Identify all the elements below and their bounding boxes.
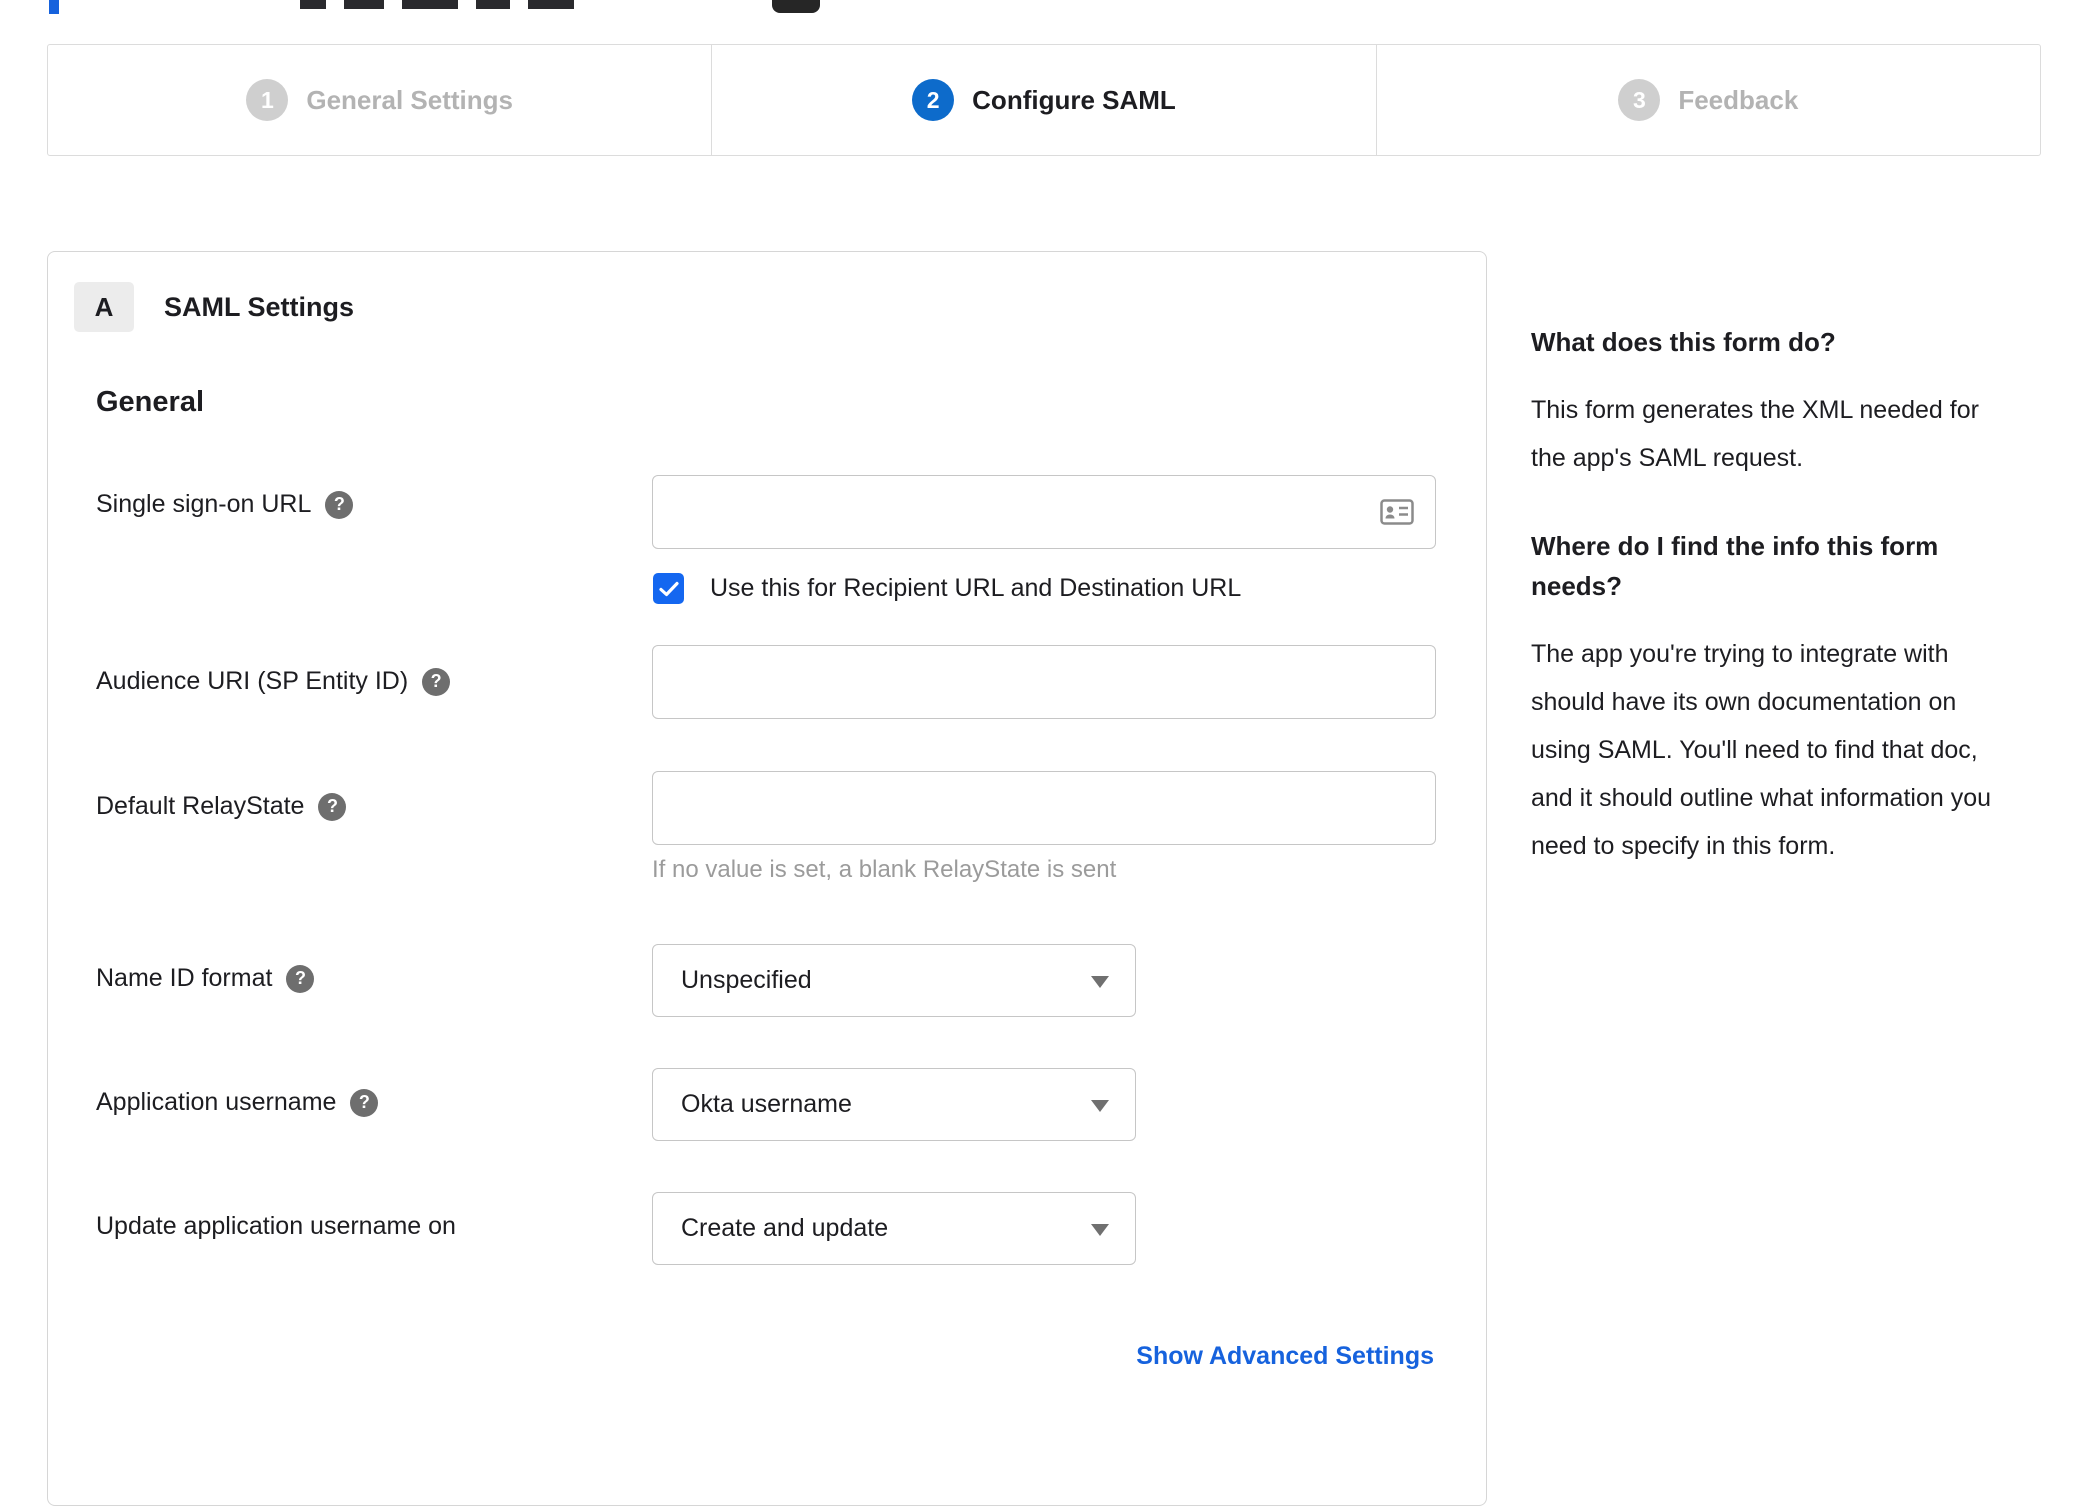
name-id-format-label: Name ID format — [96, 964, 315, 993]
select-value: Unspecified — [681, 966, 812, 994]
wizard-stepper: 1 General Settings 2 Configure SAML 3 Fe… — [47, 44, 2041, 156]
cropped-title-fragment — [402, 0, 458, 9]
help-icon[interactable] — [350, 1088, 379, 1117]
field-label: Single sign-on URL — [96, 490, 312, 518]
chevron-down-icon — [1091, 1100, 1109, 1112]
application-username-select[interactable]: Okta username — [652, 1068, 1136, 1141]
cropped-title-fragment — [476, 0, 510, 9]
help-icon[interactable] — [422, 667, 451, 696]
checkbox-label: Use this for Recipient URL and Destinati… — [710, 574, 1242, 602]
help-sidebar: What does this form do? This form genera… — [1531, 322, 2025, 914]
update-username-select[interactable]: Create and update — [652, 1192, 1136, 1265]
field-label: Name ID format — [96, 964, 273, 992]
group-title-general: General — [96, 386, 204, 418]
help-icon[interactable] — [325, 490, 354, 519]
relay-state-hint: If no value is set, a blank RelayState i… — [652, 856, 1117, 883]
step-feedback[interactable]: 3 Feedback — [1375, 45, 2040, 155]
field-label: Audience URI (SP Entity ID) — [96, 667, 409, 695]
section-title: SAML Settings — [164, 292, 355, 322]
select-value: Create and update — [681, 1214, 889, 1242]
step-number-badge: 1 — [246, 79, 289, 121]
sidebar-paragraph-2: The app you're trying to integrate with … — [1531, 640, 1992, 860]
step-general-settings[interactable]: 1 General Settings — [48, 45, 711, 155]
section-a-badge: A — [74, 282, 134, 332]
chevron-down-icon — [1091, 976, 1109, 988]
step-label: General Settings — [306, 84, 513, 115]
cropped-title-fragment — [344, 0, 384, 9]
cropped-blue-mark — [49, 0, 59, 14]
chevron-down-icon — [1091, 1224, 1109, 1236]
step-configure-saml[interactable]: 2 Configure SAML — [711, 45, 1375, 155]
recipient-url-checkbox[interactable] — [653, 573, 684, 604]
cropped-title-fragment — [528, 0, 574, 9]
sidebar-heading-2: Where do I find the info this form needs… — [1531, 531, 1939, 601]
recipient-url-checkbox-row: Use this for Recipient URL and Destinati… — [653, 573, 1241, 604]
field-label: Default RelayState — [96, 792, 305, 820]
audience-uri-input[interactable] — [652, 645, 1436, 719]
field-label: Update application username on — [96, 1212, 456, 1240]
sso-url-label: Single sign-on URL — [96, 490, 354, 519]
relay-state-input[interactable] — [652, 771, 1436, 845]
sso-url-input[interactable] — [652, 475, 1436, 549]
step-label: Feedback — [1678, 84, 1799, 115]
step-number-badge: 3 — [1618, 79, 1661, 121]
help-icon[interactable] — [286, 964, 315, 993]
cropped-app-logo — [772, 0, 820, 13]
relay-state-label: Default RelayState — [96, 792, 347, 821]
show-advanced-settings-link[interactable]: Show Advanced Settings — [1136, 1342, 1434, 1371]
update-username-label: Update application username on — [96, 1212, 456, 1241]
saml-settings-card: A SAML Settings General Single sign-on U… — [47, 251, 1487, 1506]
select-value: Okta username — [681, 1090, 852, 1118]
step-label: Configure SAML — [972, 84, 1176, 115]
step-number-badge: 2 — [912, 79, 955, 121]
sso-url-input-wrap — [652, 475, 1436, 549]
name-id-format-select[interactable]: Unspecified — [652, 944, 1136, 1017]
application-username-label: Application username — [96, 1088, 379, 1117]
sidebar-paragraph-1: This form generates the XML needed for t… — [1531, 396, 1979, 472]
field-label: Application username — [96, 1088, 337, 1116]
help-icon[interactable] — [318, 792, 347, 821]
audience-uri-label: Audience URI (SP Entity ID) — [96, 667, 451, 696]
cropped-title-fragment — [300, 0, 326, 9]
sidebar-heading-1: What does this form do? — [1531, 327, 1836, 357]
